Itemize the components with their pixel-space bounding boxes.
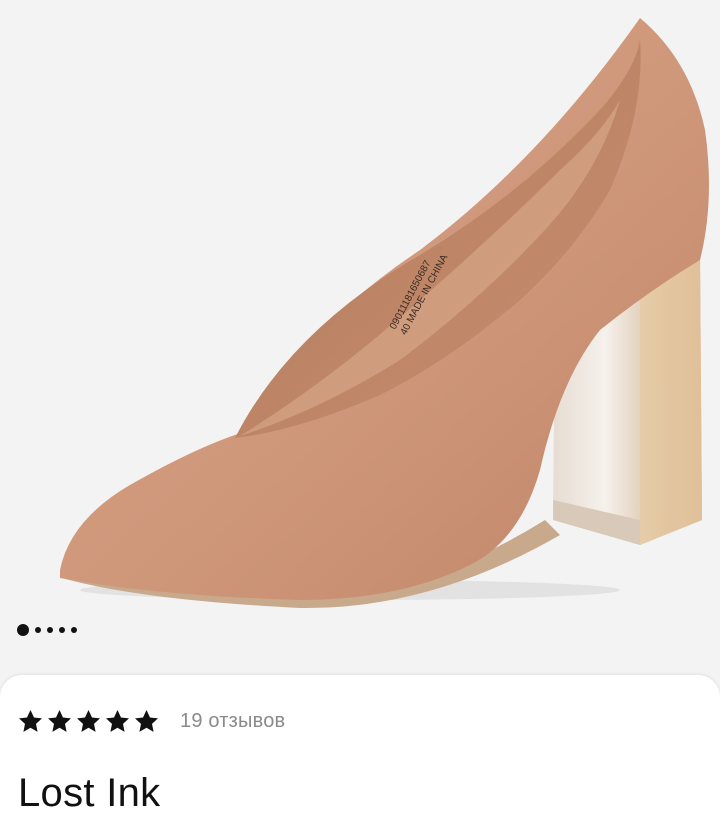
product-brand-title: Lost Ink	[18, 771, 161, 815]
product-photo-shoe: 09011181650687 40 MADE IN CHINA	[60, 18, 709, 609]
slide-dot[interactable]	[35, 627, 41, 633]
reviews-count-link[interactable]: 19 отзывов	[180, 710, 285, 733]
star-icon	[135, 709, 158, 732]
rating-stars	[17, 708, 160, 735]
star-icon	[77, 709, 100, 732]
slide-indicator[interactable]	[17, 622, 77, 638]
star-icon	[106, 709, 129, 732]
rating-row[interactable]: 19 отзывов	[17, 705, 285, 737]
slide-dot[interactable]	[59, 627, 65, 633]
slide-dot[interactable]	[71, 627, 77, 633]
product-info-sheet: 19 отзывов Lost Ink	[0, 675, 720, 825]
slide-dot-active[interactable]	[17, 624, 29, 636]
product-image-gallery[interactable]: 09011181650687 40 MADE IN CHINA	[0, 0, 720, 690]
star-icon	[48, 709, 71, 732]
star-icon	[19, 709, 42, 732]
slide-dot[interactable]	[47, 627, 53, 633]
